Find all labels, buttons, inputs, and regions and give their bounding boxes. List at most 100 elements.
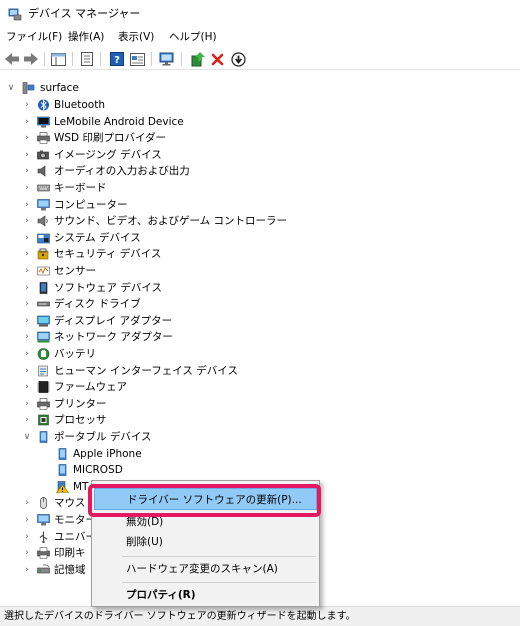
chevron-right-icon[interactable]: ›: [22, 346, 32, 362]
tree-item-label: ネットワーク アダプター: [54, 331, 173, 344]
chevron-right-icon[interactable]: ›: [22, 213, 32, 229]
update-driver-button[interactable]: [188, 50, 206, 68]
warning-icon: [56, 480, 69, 493]
chevron-right-icon[interactable]: ›: [22, 313, 32, 329]
status-bar: 選択したデバイスのドライバー ソフトウェアの更新ウィザードを起動します。: [0, 606, 520, 626]
chevron-right-icon[interactable]: ›: [22, 363, 32, 379]
toolbar: ?: [0, 48, 520, 70]
chevron-right-icon[interactable]: ›: [22, 512, 32, 528]
computer-root-icon: [22, 82, 35, 94]
phone-icon: [58, 447, 67, 460]
tree-item-label: プリンター: [54, 397, 107, 410]
disable-device-icon: [230, 51, 246, 67]
tree-item-label: イメージング デバイス: [54, 148, 162, 161]
phone-icon: [58, 464, 67, 476]
menu-help[interactable]: ヘルプ(H): [167, 30, 219, 44]
help-button[interactable]: ?: [108, 50, 126, 68]
uninstall-x-icon: [211, 53, 223, 65]
tree-item-label: 記憶域: [54, 563, 86, 576]
uninstall-button[interactable]: [208, 50, 226, 68]
update-driver-icon: [191, 51, 205, 66]
scan-monitor-icon: [159, 52, 174, 66]
tree-item-label: ポータブル デバイス: [54, 431, 152, 443]
chevron-right-icon[interactable]: ›: [22, 296, 32, 312]
tree-item-label: MT: [73, 480, 89, 493]
chevron-right-icon[interactable]: ›: [22, 130, 32, 146]
tree-item-label: WSD 印刷プロバイダー: [54, 132, 167, 145]
forward-button[interactable]: [22, 50, 40, 68]
speaker-icon: [37, 165, 46, 177]
security-key-icon: [37, 248, 49, 260]
help-icon: ?: [110, 52, 124, 66]
chevron-right-icon[interactable]: ›: [22, 529, 32, 545]
chevron-right-icon[interactable]: ›: [22, 263, 32, 279]
tree-item-label: オーディオの入力および出力: [54, 165, 190, 178]
disable-device-button[interactable]: [229, 50, 247, 68]
tree-item-label: ユニバー: [54, 530, 96, 543]
scan-hardware-button[interactable]: [158, 50, 176, 68]
menu-separator: [122, 556, 316, 557]
chevron-right-icon[interactable]: ›: [22, 280, 32, 296]
disk-drive-icon: [37, 301, 50, 307]
chevron-right-icon[interactable]: ›: [22, 495, 32, 511]
menu-item-uninstall[interactable]: 削除(U): [94, 531, 317, 553]
sound-icon: [37, 215, 48, 227]
mouse-icon: [40, 497, 47, 510]
tree-item-label: サウンド、ビデオ、およびゲーム コントローラー: [54, 215, 287, 228]
menu-action[interactable]: 操作(A): [66, 30, 106, 44]
chevron-right-icon[interactable]: ›: [22, 180, 32, 196]
tree-item-label: LeMobile Android Device: [54, 115, 184, 128]
device-list-icon: [81, 52, 93, 66]
tree-item-label: バッテリ: [54, 348, 96, 360]
chevron-right-icon[interactable]: ›: [22, 562, 32, 578]
tree-item-label: 印刷キ: [54, 547, 86, 560]
chevron-right-icon[interactable]: ›: [22, 197, 32, 213]
menu-bar: ファイル(F) 操作(A) 表示(V) ヘルプ(H): [0, 28, 520, 46]
tree-item-label: MICROSD: [73, 464, 123, 477]
chevron-right-icon[interactable]: ›: [22, 246, 32, 262]
print-queue-icon: [37, 547, 50, 559]
tree-item-label: ディスプレイ アダプター: [54, 314, 173, 327]
back-button[interactable]: [3, 50, 21, 68]
printer-icon: [37, 397, 50, 410]
chevron-down-icon[interactable]: ∨: [6, 80, 16, 96]
properties-icon: [50, 52, 66, 66]
hid-icon: [38, 365, 48, 376]
tree-item-label: ヒューマン インターフェイス デバイス: [54, 364, 238, 377]
device-list-button[interactable]: [78, 50, 96, 68]
storage-icon: [37, 564, 50, 574]
chevron-right-icon[interactable]: ›: [22, 379, 32, 395]
chevron-right-icon[interactable]: ›: [22, 97, 32, 113]
system-folder-icon: [37, 233, 50, 244]
tree-item-label: キーボード: [54, 182, 107, 194]
chevron-down-icon[interactable]: ∨: [22, 429, 32, 445]
chevron-right-icon[interactable]: ›: [22, 147, 32, 163]
chevron-right-icon[interactable]: ›: [22, 545, 32, 561]
tree-item-label: Bluetooth: [54, 99, 105, 111]
menu-file[interactable]: ファイル(F): [4, 30, 64, 44]
menu-item-properties[interactable]: プロパティ(R): [94, 584, 317, 606]
chevron-right-icon[interactable]: ›: [22, 163, 32, 179]
menu-separator: [122, 582, 316, 583]
toolbar-separator: [100, 52, 101, 66]
details-icon: [129, 52, 145, 66]
display-adapter-icon: [37, 315, 50, 327]
computer-icon: [37, 198, 50, 211]
toolbar-separator: [181, 52, 182, 66]
tree-item-label: セキュリティ デバイス: [54, 248, 162, 261]
menu-item-scan[interactable]: ハードウェア変更のスキャン(A): [94, 558, 317, 580]
show-hide-tree-button[interactable]: [49, 50, 67, 68]
tree-item-label: マウス: [54, 497, 86, 510]
menu-view[interactable]: 表示(V): [116, 30, 156, 44]
sensor-icon: [37, 266, 50, 276]
chevron-right-icon[interactable]: ›: [22, 329, 32, 345]
details-button[interactable]: [128, 50, 146, 68]
toolbar-separator: [44, 52, 45, 66]
chevron-right-icon[interactable]: ›: [22, 230, 32, 246]
portable-device-icon: [39, 431, 48, 443]
chevron-right-icon[interactable]: ›: [22, 114, 32, 130]
chevron-right-icon[interactable]: ›: [22, 412, 32, 428]
tree-item-label: ディスク ドライブ: [54, 298, 141, 311]
usb-icon: [39, 531, 48, 543]
chevron-right-icon[interactable]: ›: [22, 396, 32, 412]
